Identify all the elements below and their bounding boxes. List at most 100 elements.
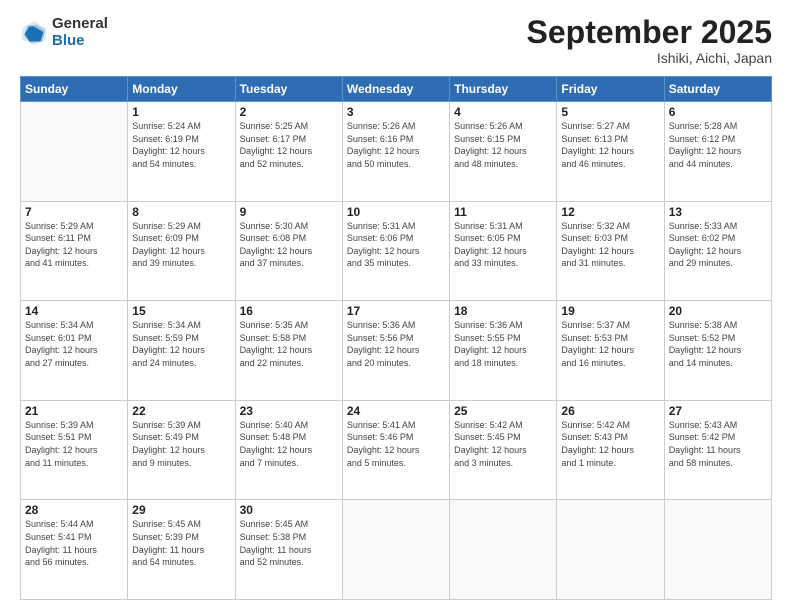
day-number: 29 [132,503,230,517]
col-thursday: Thursday [450,77,557,102]
day-info: Sunrise: 5:31 AM Sunset: 6:05 PM Dayligh… [454,220,552,270]
table-row [664,500,771,600]
day-number: 11 [454,205,552,219]
day-info: Sunrise: 5:28 AM Sunset: 6:12 PM Dayligh… [669,120,767,170]
calendar-week-row: 14Sunrise: 5:34 AM Sunset: 6:01 PM Dayli… [21,301,772,401]
calendar-week-row: 7Sunrise: 5:29 AM Sunset: 6:11 PM Daylig… [21,201,772,301]
table-row: 30Sunrise: 5:45 AM Sunset: 5:38 PM Dayli… [235,500,342,600]
day-info: Sunrise: 5:29 AM Sunset: 6:11 PM Dayligh… [25,220,123,270]
day-info: Sunrise: 5:34 AM Sunset: 6:01 PM Dayligh… [25,319,123,369]
day-info: Sunrise: 5:32 AM Sunset: 6:03 PM Dayligh… [561,220,659,270]
day-info: Sunrise: 5:34 AM Sunset: 5:59 PM Dayligh… [132,319,230,369]
table-row: 12Sunrise: 5:32 AM Sunset: 6:03 PM Dayli… [557,201,664,301]
day-number: 10 [347,205,445,219]
table-row: 16Sunrise: 5:35 AM Sunset: 5:58 PM Dayli… [235,301,342,401]
table-row: 3Sunrise: 5:26 AM Sunset: 6:16 PM Daylig… [342,102,449,202]
day-number: 19 [561,304,659,318]
day-info: Sunrise: 5:42 AM Sunset: 5:43 PM Dayligh… [561,419,659,469]
day-number: 16 [240,304,338,318]
table-row: 9Sunrise: 5:30 AM Sunset: 6:08 PM Daylig… [235,201,342,301]
day-info: Sunrise: 5:45 AM Sunset: 5:38 PM Dayligh… [240,518,338,568]
calendar-week-row: 1Sunrise: 5:24 AM Sunset: 6:19 PM Daylig… [21,102,772,202]
day-info: Sunrise: 5:39 AM Sunset: 5:49 PM Dayligh… [132,419,230,469]
day-number: 21 [25,404,123,418]
day-number: 6 [669,105,767,119]
day-info: Sunrise: 5:42 AM Sunset: 5:45 PM Dayligh… [454,419,552,469]
day-number: 4 [454,105,552,119]
day-number: 12 [561,205,659,219]
table-row: 11Sunrise: 5:31 AM Sunset: 6:05 PM Dayli… [450,201,557,301]
location: Ishiki, Aichi, Japan [527,50,772,66]
table-row: 24Sunrise: 5:41 AM Sunset: 5:46 PM Dayli… [342,400,449,500]
logo-icon [20,19,48,47]
col-tuesday: Tuesday [235,77,342,102]
col-monday: Monday [128,77,235,102]
day-info: Sunrise: 5:27 AM Sunset: 6:13 PM Dayligh… [561,120,659,170]
col-friday: Friday [557,77,664,102]
logo: General Blue [20,16,108,49]
title-area: September 2025 Ishiki, Aichi, Japan [527,16,772,66]
logo-text: General Blue [52,16,108,49]
day-info: Sunrise: 5:43 AM Sunset: 5:42 PM Dayligh… [669,419,767,469]
table-row [21,102,128,202]
table-row: 13Sunrise: 5:33 AM Sunset: 6:02 PM Dayli… [664,201,771,301]
calendar-week-row: 21Sunrise: 5:39 AM Sunset: 5:51 PM Dayli… [21,400,772,500]
day-info: Sunrise: 5:38 AM Sunset: 5:52 PM Dayligh… [669,319,767,369]
table-row: 22Sunrise: 5:39 AM Sunset: 5:49 PM Dayli… [128,400,235,500]
logo-blue-text: Blue [52,33,108,50]
table-row: 15Sunrise: 5:34 AM Sunset: 5:59 PM Dayli… [128,301,235,401]
table-row: 10Sunrise: 5:31 AM Sunset: 6:06 PM Dayli… [342,201,449,301]
table-row: 25Sunrise: 5:42 AM Sunset: 5:45 PM Dayli… [450,400,557,500]
day-number: 8 [132,205,230,219]
day-number: 25 [454,404,552,418]
calendar: Sunday Monday Tuesday Wednesday Thursday… [20,76,772,600]
table-row: 28Sunrise: 5:44 AM Sunset: 5:41 PM Dayli… [21,500,128,600]
day-number: 24 [347,404,445,418]
col-wednesday: Wednesday [342,77,449,102]
col-saturday: Saturday [664,77,771,102]
day-info: Sunrise: 5:41 AM Sunset: 5:46 PM Dayligh… [347,419,445,469]
day-number: 1 [132,105,230,119]
day-info: Sunrise: 5:31 AM Sunset: 6:06 PM Dayligh… [347,220,445,270]
table-row [557,500,664,600]
header: General Blue September 2025 Ishiki, Aich… [20,16,772,66]
calendar-week-row: 28Sunrise: 5:44 AM Sunset: 5:41 PM Dayli… [21,500,772,600]
table-row: 4Sunrise: 5:26 AM Sunset: 6:15 PM Daylig… [450,102,557,202]
day-number: 17 [347,304,445,318]
table-row: 5Sunrise: 5:27 AM Sunset: 6:13 PM Daylig… [557,102,664,202]
table-row: 20Sunrise: 5:38 AM Sunset: 5:52 PM Dayli… [664,301,771,401]
day-number: 18 [454,304,552,318]
day-number: 20 [669,304,767,318]
day-number: 23 [240,404,338,418]
day-number: 28 [25,503,123,517]
day-info: Sunrise: 5:36 AM Sunset: 5:56 PM Dayligh… [347,319,445,369]
day-info: Sunrise: 5:45 AM Sunset: 5:39 PM Dayligh… [132,518,230,568]
table-row: 29Sunrise: 5:45 AM Sunset: 5:39 PM Dayli… [128,500,235,600]
day-info: Sunrise: 5:44 AM Sunset: 5:41 PM Dayligh… [25,518,123,568]
day-info: Sunrise: 5:40 AM Sunset: 5:48 PM Dayligh… [240,419,338,469]
table-row: 2Sunrise: 5:25 AM Sunset: 6:17 PM Daylig… [235,102,342,202]
table-row [450,500,557,600]
day-info: Sunrise: 5:36 AM Sunset: 5:55 PM Dayligh… [454,319,552,369]
table-row: 23Sunrise: 5:40 AM Sunset: 5:48 PM Dayli… [235,400,342,500]
day-info: Sunrise: 5:24 AM Sunset: 6:19 PM Dayligh… [132,120,230,170]
day-number: 30 [240,503,338,517]
table-row: 17Sunrise: 5:36 AM Sunset: 5:56 PM Dayli… [342,301,449,401]
table-row: 6Sunrise: 5:28 AM Sunset: 6:12 PM Daylig… [664,102,771,202]
day-number: 27 [669,404,767,418]
day-number: 13 [669,205,767,219]
day-number: 5 [561,105,659,119]
day-info: Sunrise: 5:33 AM Sunset: 6:02 PM Dayligh… [669,220,767,270]
table-row: 14Sunrise: 5:34 AM Sunset: 6:01 PM Dayli… [21,301,128,401]
day-number: 15 [132,304,230,318]
logo-general-text: General [52,16,108,33]
day-info: Sunrise: 5:29 AM Sunset: 6:09 PM Dayligh… [132,220,230,270]
table-row: 21Sunrise: 5:39 AM Sunset: 5:51 PM Dayli… [21,400,128,500]
table-row: 18Sunrise: 5:36 AM Sunset: 5:55 PM Dayli… [450,301,557,401]
day-number: 14 [25,304,123,318]
day-number: 3 [347,105,445,119]
table-row: 27Sunrise: 5:43 AM Sunset: 5:42 PM Dayli… [664,400,771,500]
calendar-header-row: Sunday Monday Tuesday Wednesday Thursday… [21,77,772,102]
day-info: Sunrise: 5:37 AM Sunset: 5:53 PM Dayligh… [561,319,659,369]
col-sunday: Sunday [21,77,128,102]
